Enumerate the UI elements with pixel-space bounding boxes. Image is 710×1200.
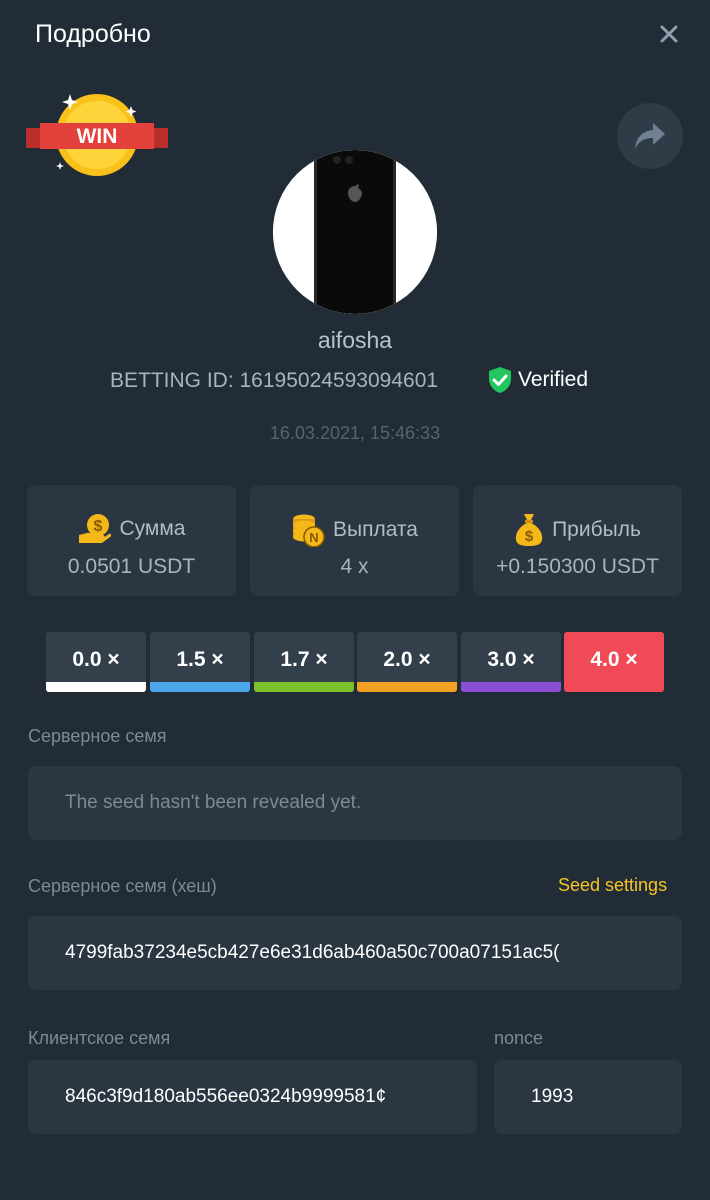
username: aifosha (317, 327, 393, 353)
multiplier-color-bar (254, 682, 354, 692)
multiplier-label: 0.0 × (72, 648, 120, 671)
client-seed-label: Клиентское семя (28, 1028, 171, 1048)
multiplier-color-bar (46, 682, 146, 692)
verified-label: Verified (518, 368, 589, 391)
page-title: Подробно (35, 20, 151, 48)
svg-text:N: N (309, 530, 318, 545)
coins-stack-icon: N (292, 514, 325, 547)
nonce-field[interactable]: 1993 (494, 1060, 682, 1134)
seed-settings-link[interactable]: Seed settings (558, 875, 667, 896)
stat-payout-value: 4 x (340, 555, 369, 578)
stat-amount-value: 0.0501 USDT (67, 555, 196, 578)
server-seed-hash-label: Серверное семя (хеш) (28, 876, 217, 896)
share-arrow-icon (635, 123, 665, 149)
verified-badge: Verified (488, 365, 588, 395)
stat-profit-value: +0.150300 USDT (496, 555, 659, 578)
bet-timestamp: 16.03.2021, 15:46:33 (269, 423, 441, 443)
multiplier-5-active[interactable]: 4.0 × (564, 632, 664, 692)
shield-check-icon (489, 367, 511, 393)
multiplier-color-bar (461, 682, 561, 692)
client-seed-value: 846c3f9d180ab556ee0324b9999581¢ (65, 1086, 387, 1107)
stat-profit-label: Прибыль (552, 518, 641, 541)
server-seed-value: The seed hasn't been revealed yet. (65, 792, 362, 813)
betting-id: BETTING ID: 16195024593094601 (110, 369, 439, 392)
multiplier-0[interactable]: 0.0 × (46, 632, 146, 692)
server-seed-field: The seed hasn't been revealed yet. (28, 766, 682, 840)
server-seed-hash-value: 4799fab37234e5cb427e6e31d6ab460a50c700a0… (65, 942, 560, 963)
multiplier-color-bar (150, 682, 250, 692)
client-seed-field[interactable]: 846c3f9d180ab556ee0324b9999581¢ (28, 1060, 477, 1134)
multiplier-label: 1.7 × (280, 648, 328, 671)
server-seed-label: Серверное семя (28, 726, 167, 746)
stat-payout: N Выплата 4 x (250, 485, 459, 596)
close-icon[interactable] (657, 22, 681, 46)
multiplier-1[interactable]: 1.5 × (150, 632, 250, 692)
nonce-value: 1993 (531, 1086, 574, 1107)
multiplier-label: 4.0 × (590, 648, 638, 671)
share-button[interactable] (617, 103, 683, 169)
win-badge-text: WIN (77, 125, 118, 148)
multiplier-3[interactable]: 2.0 × (357, 632, 457, 692)
stat-amount: $ Сумма 0.0501 USDT (27, 485, 236, 596)
multiplier-label: 1.5 × (176, 648, 224, 671)
multiplier-color-bar (357, 682, 457, 692)
svg-text:$: $ (525, 528, 534, 545)
svg-text:$: $ (93, 518, 102, 535)
win-badge: WIN (26, 92, 168, 178)
stat-profit: $ Прибыль +0.150300 USDT (473, 485, 682, 596)
stat-amount-label: Сумма (119, 517, 186, 540)
multiplier-label: 2.0 × (383, 648, 431, 671)
money-hand-icon: $ (78, 514, 111, 543)
multiplier-4[interactable]: 3.0 × (461, 632, 561, 692)
nonce-label: nonce (494, 1028, 544, 1048)
avatar (273, 150, 437, 314)
multiplier-2[interactable]: 1.7 × (254, 632, 354, 692)
money-bag-icon: $ (515, 514, 543, 546)
stat-payout-label: Выплата (332, 518, 418, 541)
multiplier-label: 3.0 × (487, 648, 535, 671)
server-seed-hash-field[interactable]: 4799fab37234e5cb427e6e31d6ab460a50c700a0… (28, 916, 682, 990)
